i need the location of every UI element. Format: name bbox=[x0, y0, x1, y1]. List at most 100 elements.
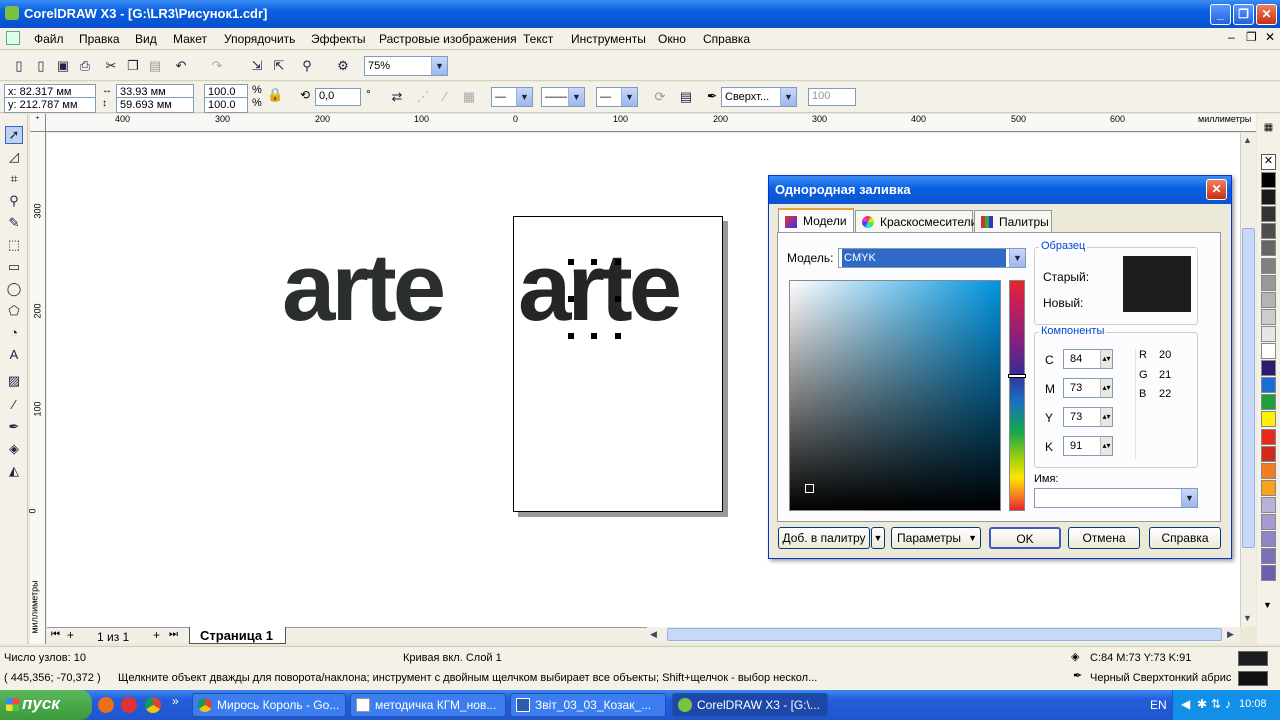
tab-mixers[interactable]: Краскосмесители bbox=[855, 210, 977, 232]
undo-icon[interactable]: ↶ bbox=[172, 57, 190, 75]
hue-slider-handle[interactable] bbox=[1008, 374, 1026, 378]
zoom-combo[interactable]: 75% ▼ bbox=[364, 56, 448, 76]
maximize-button[interactable]: ❐ bbox=[1233, 4, 1254, 25]
first-page-icon[interactable]: ⏮ bbox=[51, 629, 60, 640]
hue-slider[interactable] bbox=[1008, 280, 1026, 511]
polygon-tool-icon[interactable]: ⬠ bbox=[5, 302, 23, 320]
chevron-down-icon[interactable]: ▼ bbox=[1181, 489, 1197, 507]
doc-minimize-icon[interactable]: – bbox=[1228, 30, 1235, 44]
mirror-icon[interactable]: ⇄ bbox=[388, 88, 406, 106]
color-swatch[interactable] bbox=[1261, 223, 1276, 240]
color-swatch[interactable] bbox=[1261, 172, 1276, 188]
tray-network-icon[interactable]: ⇅ bbox=[1211, 697, 1221, 711]
interactive-fill-icon[interactable]: ◭ bbox=[5, 462, 23, 480]
export-icon[interactable]: ⇱ bbox=[270, 57, 288, 75]
fill-swatch[interactable] bbox=[1238, 651, 1268, 666]
selection-handle[interactable] bbox=[615, 333, 621, 339]
fill-tool-icon[interactable]: ◈ bbox=[5, 440, 23, 458]
last-page-icon[interactable]: ⏭ bbox=[169, 629, 178, 640]
y-position-field[interactable]: y: 212.787 мм bbox=[4, 97, 96, 113]
menu-arrange[interactable]: Упорядочить bbox=[224, 32, 295, 46]
color-swatch[interactable] bbox=[1261, 531, 1276, 548]
add-page-icon[interactable]: + bbox=[67, 628, 74, 642]
add-to-palette-dropdown[interactable]: ▼ bbox=[871, 527, 885, 549]
chevron-down-icon[interactable]: ▼ bbox=[621, 88, 637, 106]
value-field[interactable]: 100 bbox=[808, 88, 856, 106]
page-tab-1[interactable]: Страница 1 bbox=[189, 627, 286, 644]
vertical-scroll-thumb[interactable] bbox=[1242, 228, 1255, 548]
chevron-down-icon[interactable]: ▼ bbox=[780, 88, 796, 106]
color-swatch[interactable] bbox=[1261, 360, 1276, 377]
color-swatch[interactable] bbox=[1261, 496, 1276, 513]
tray-arrow-icon[interactable]: ◀ bbox=[1181, 697, 1190, 711]
crop-tool-icon[interactable]: ⌗ bbox=[5, 170, 23, 188]
spin-arrows-icon[interactable]: ▴▾ bbox=[1100, 437, 1112, 455]
color-swatch[interactable] bbox=[1261, 411, 1276, 428]
pick-tool-icon[interactable]: ➚ bbox=[5, 126, 23, 144]
cancel-button[interactable]: Отмена bbox=[1068, 527, 1140, 549]
minimize-button[interactable]: _ bbox=[1210, 4, 1231, 25]
new-icon[interactable]: ▯ bbox=[10, 57, 28, 75]
line-icon[interactable]: ⁄ bbox=[436, 88, 454, 106]
scroll-down-icon[interactable]: ▼ bbox=[1243, 613, 1252, 623]
k-spinbox[interactable]: 91 ▴▾ bbox=[1063, 436, 1113, 456]
color-swatch[interactable] bbox=[1261, 548, 1276, 565]
color-swatch[interactable] bbox=[1261, 343, 1276, 359]
menu-edit[interactable]: Правка bbox=[79, 32, 120, 46]
close-curve-icon[interactable]: ⟳ bbox=[651, 88, 669, 106]
color-swatch[interactable] bbox=[1261, 274, 1276, 291]
ok-button[interactable]: OK bbox=[989, 527, 1061, 549]
text-tool-icon[interactable]: A bbox=[5, 346, 23, 364]
doc-restore-icon[interactable]: ❐ bbox=[1246, 30, 1257, 44]
color-swatch[interactable] bbox=[1261, 565, 1276, 582]
y-spinbox[interactable]: 73 ▴▾ bbox=[1063, 407, 1113, 427]
color-swatch[interactable] bbox=[1261, 394, 1276, 411]
spin-arrows-icon[interactable]: ▴▾ bbox=[1100, 379, 1112, 397]
chevron-down-icon[interactable]: ▼ bbox=[516, 88, 532, 106]
color-swatch[interactable] bbox=[1261, 308, 1276, 325]
scale-y-field[interactable]: 100.0 bbox=[204, 97, 248, 113]
no-fill-swatch[interactable]: ✕ bbox=[1261, 154, 1276, 170]
line-style-combo[interactable]: —— ▼ bbox=[541, 87, 585, 107]
wrap-icon[interactable]: ▦ bbox=[460, 88, 478, 106]
menu-bitmaps[interactable]: Растровые изображения bbox=[379, 32, 517, 46]
tray-volume-icon[interactable]: ♪ bbox=[1225, 697, 1231, 711]
m-spinbox[interactable]: 73 ▴▾ bbox=[1063, 378, 1113, 398]
model-select[interactable]: CMYK ▼ bbox=[838, 248, 1026, 268]
options-button[interactable]: Параметры ▼ bbox=[891, 527, 981, 549]
add-page-after-icon[interactable]: + bbox=[153, 628, 160, 642]
color-swatch[interactable] bbox=[1261, 325, 1276, 342]
color-swatch[interactable] bbox=[1261, 428, 1276, 445]
scroll-right-icon[interactable]: ▶ bbox=[1227, 629, 1234, 640]
color-swatch[interactable] bbox=[1261, 377, 1276, 394]
color-swatch[interactable] bbox=[1261, 291, 1276, 308]
scroll-up-icon[interactable]: ▲ bbox=[1243, 135, 1252, 145]
menu-tools[interactable]: Инструменты bbox=[571, 32, 646, 46]
selection-handle[interactable] bbox=[591, 333, 597, 339]
start-arrow-combo[interactable]: — ▼ bbox=[491, 87, 533, 107]
ruler-origin-icon[interactable]: ⁺ bbox=[30, 114, 46, 132]
color-field[interactable] bbox=[789, 280, 1001, 511]
name-combo[interactable]: ▼ bbox=[1034, 488, 1198, 508]
menu-window[interactable]: Окно bbox=[658, 32, 686, 46]
smart-fill-icon[interactable]: ⬚ bbox=[5, 236, 23, 254]
menu-effects[interactable]: Эффекты bbox=[311, 32, 366, 46]
selection-handle[interactable] bbox=[568, 333, 574, 339]
outline-width-combo[interactable]: Сверхт... ▼ bbox=[721, 87, 797, 107]
interactive-tool-icon[interactable]: ▨ bbox=[5, 372, 23, 390]
shape-tool-icon[interactable]: ◿ bbox=[5, 148, 23, 166]
eyedropper-icon[interactable]: ⁄ bbox=[5, 396, 23, 414]
tab-models[interactable]: Модели bbox=[778, 208, 854, 234]
text-object-2[interactable]: arte bbox=[518, 240, 682, 336]
task-word[interactable]: Звіт_03_03_Козак_... bbox=[510, 693, 666, 717]
color-picker-marker[interactable] bbox=[805, 484, 814, 493]
menu-file[interactable]: Файл bbox=[34, 32, 64, 46]
color-swatch[interactable] bbox=[1261, 206, 1276, 223]
outline-tool-icon[interactable]: ✒ bbox=[5, 418, 23, 436]
palette-scroll-down-icon[interactable]: ▼ bbox=[1263, 600, 1272, 610]
task-paint[interactable]: методичка КГМ_нов... bbox=[350, 693, 506, 717]
rectangle-tool-icon[interactable]: ▭ bbox=[5, 258, 23, 276]
task-coreldraw[interactable]: CorelDRAW X3 - [G:\... bbox=[672, 693, 828, 717]
spin-arrows-icon[interactable]: ▴▾ bbox=[1100, 350, 1112, 368]
menu-text[interactable]: Текст bbox=[523, 32, 553, 46]
